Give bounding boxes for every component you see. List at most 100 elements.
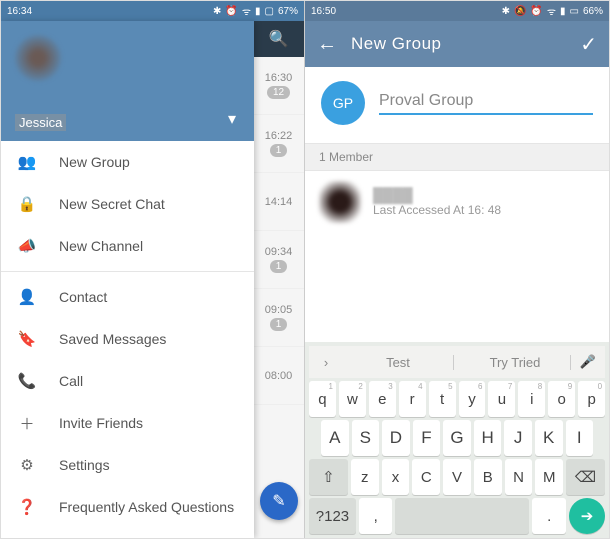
chat-row[interactable]: 14:14 bbox=[253, 173, 304, 231]
menu-new-group[interactable]: 👥New Group bbox=[1, 141, 254, 183]
key-shift[interactable]: ⇧ bbox=[309, 459, 348, 495]
battery-percent: 66% bbox=[583, 6, 603, 17]
key-z[interactable]: z bbox=[351, 459, 379, 495]
key-x[interactable]: x bbox=[382, 459, 410, 495]
profile-name: Jessica bbox=[15, 114, 66, 131]
key-i[interactable]: i8 bbox=[518, 381, 545, 417]
bookmark-icon: 🔖 bbox=[17, 330, 37, 348]
bluetooth-icon: ✱ bbox=[213, 6, 221, 17]
key-p[interactable]: p0 bbox=[578, 381, 605, 417]
back-button[interactable]: ← bbox=[317, 33, 337, 56]
suggestion[interactable]: Try Tried bbox=[460, 355, 571, 370]
chevron-down-icon[interactable]: ▾ bbox=[228, 109, 236, 129]
group-name-input[interactable] bbox=[379, 92, 593, 110]
key-period[interactable]: . bbox=[532, 498, 566, 534]
key-d[interactable]: D bbox=[382, 420, 410, 456]
question-icon: ❓ bbox=[17, 498, 37, 516]
menu-faq[interactable]: ❓Frequently Asked Questions bbox=[1, 486, 254, 528]
drawer-header[interactable]: Jessica ▾ bbox=[1, 21, 254, 141]
search-icon: 🔍 bbox=[269, 29, 289, 49]
key-w[interactable]: w2 bbox=[339, 381, 366, 417]
chat-row[interactable]: 08:00 bbox=[253, 347, 304, 405]
status-time: 16:50 bbox=[311, 6, 336, 17]
key-symbols[interactable]: ?123 bbox=[309, 498, 356, 534]
menu-settings[interactable]: ⚙Settings bbox=[1, 444, 254, 486]
key-row: A S D F G H J K I bbox=[309, 420, 605, 456]
key-y[interactable]: y6 bbox=[459, 381, 486, 417]
status-time: 16:34 bbox=[7, 6, 32, 17]
mute-icon: 🔕 bbox=[514, 6, 526, 17]
search-button[interactable]: 🔍 bbox=[253, 21, 304, 57]
member-row[interactable]: ████ Last Accessed At 16: 48 bbox=[305, 171, 609, 233]
menu-invite-friends[interactable]: ＋Invite Friends bbox=[1, 402, 254, 444]
alarm-icon: ⏰ bbox=[225, 6, 237, 17]
key-b[interactable]: B bbox=[474, 459, 502, 495]
key-e[interactable]: e3 bbox=[369, 381, 396, 417]
confirm-button[interactable]: ✓ bbox=[580, 32, 597, 57]
profile-avatar[interactable] bbox=[15, 35, 61, 81]
app-bar: ← New Group ✓ bbox=[305, 21, 609, 67]
menu-saved-messages[interactable]: 🔖Saved Messages bbox=[1, 318, 254, 360]
group-avatar[interactable]: GP bbox=[321, 81, 365, 125]
key-space[interactable] bbox=[395, 498, 529, 534]
drawer-menu: 👥New Group 🔒New Secret Chat 📣New Channel… bbox=[1, 141, 254, 528]
key-j[interactable]: J bbox=[504, 420, 532, 456]
chat-list-peek: 🔍 16:3012 16:221 14:14 09:341 09:051 08:… bbox=[252, 21, 304, 538]
battery-icon: ▭ bbox=[570, 6, 579, 17]
status-icons: ✱ ⏰ ᯤ ▮ ▢ 67% bbox=[213, 4, 298, 18]
menu-call[interactable]: 📞Call bbox=[1, 360, 254, 402]
wifi-icon: ᯤ bbox=[547, 4, 556, 18]
right-phone-screenshot: 16:50 ✱ 🔕 ⏰ ᯤ ▮ ▭ 66% ← New Group ✓ GP 1… bbox=[305, 1, 609, 538]
phone-icon: 📞 bbox=[17, 372, 37, 390]
key-row: ?123 , . ➔ bbox=[309, 498, 605, 534]
key-row: q1 w2 e3 r4 t5 y6 u7 i8 o9 p0 bbox=[309, 381, 605, 417]
nav-drawer: Jessica ▾ 👥New Group 🔒New Secret Chat 📣N… bbox=[1, 21, 254, 538]
menu-new-channel[interactable]: 📣New Channel bbox=[1, 225, 254, 267]
member-info: ████ Last Accessed At 16: 48 bbox=[373, 187, 501, 217]
chat-row[interactable]: 16:3012 bbox=[253, 57, 304, 115]
key-c[interactable]: C bbox=[412, 459, 440, 495]
battery-percent: 67% bbox=[278, 6, 298, 17]
status-bar: 16:50 ✱ 🔕 ⏰ ᯤ ▮ ▭ 66% bbox=[305, 1, 609, 21]
key-f[interactable]: F bbox=[413, 420, 441, 456]
key-a[interactable]: A bbox=[321, 420, 349, 456]
voice-input-button[interactable]: 🎤 bbox=[577, 354, 599, 370]
expand-suggestions-button[interactable]: › bbox=[315, 355, 337, 370]
member-name: ████ bbox=[373, 187, 501, 203]
key-q[interactable]: q1 bbox=[309, 381, 336, 417]
key-enter[interactable]: ➔ bbox=[569, 498, 605, 534]
group-icon: 👥 bbox=[17, 153, 37, 171]
key-comma[interactable]: , bbox=[359, 498, 393, 534]
menu-contact[interactable]: 👤Contact bbox=[1, 276, 254, 318]
alarm-icon: ⏰ bbox=[530, 6, 542, 17]
key-s[interactable]: S bbox=[352, 420, 380, 456]
group-name-field-wrap bbox=[379, 92, 593, 115]
compose-fab[interactable]: ✎ bbox=[260, 482, 298, 520]
members-count: 1 Member bbox=[305, 143, 609, 171]
key-h[interactable]: H bbox=[474, 420, 502, 456]
divider bbox=[1, 271, 254, 272]
key-v[interactable]: V bbox=[443, 459, 471, 495]
key-u[interactable]: u7 bbox=[488, 381, 515, 417]
signal-icon: ▮ bbox=[560, 6, 566, 17]
key-backspace[interactable]: ⌫ bbox=[566, 459, 605, 495]
menu-new-secret-chat[interactable]: 🔒New Secret Chat bbox=[1, 183, 254, 225]
status-bar: 16:34 ✱ ⏰ ᯤ ▮ ▢ 67% bbox=[1, 1, 304, 21]
key-l[interactable]: I bbox=[566, 420, 594, 456]
key-g[interactable]: G bbox=[443, 420, 471, 456]
person-icon: 👤 bbox=[17, 288, 37, 306]
gear-icon: ⚙ bbox=[17, 456, 37, 474]
lock-icon: 🔒 bbox=[17, 195, 37, 213]
key-r[interactable]: r4 bbox=[399, 381, 426, 417]
chat-row[interactable]: 16:221 bbox=[253, 115, 304, 173]
chat-row[interactable]: 09:051 bbox=[253, 289, 304, 347]
key-o[interactable]: o9 bbox=[548, 381, 575, 417]
megaphone-icon: 📣 bbox=[17, 237, 37, 255]
key-t[interactable]: t5 bbox=[429, 381, 456, 417]
key-k[interactable]: K bbox=[535, 420, 563, 456]
group-setup-row: GP bbox=[305, 67, 609, 143]
key-m[interactable]: M bbox=[535, 459, 563, 495]
suggestion[interactable]: Test bbox=[343, 355, 454, 370]
chat-row[interactable]: 09:341 bbox=[253, 231, 304, 289]
key-n[interactable]: N bbox=[505, 459, 533, 495]
